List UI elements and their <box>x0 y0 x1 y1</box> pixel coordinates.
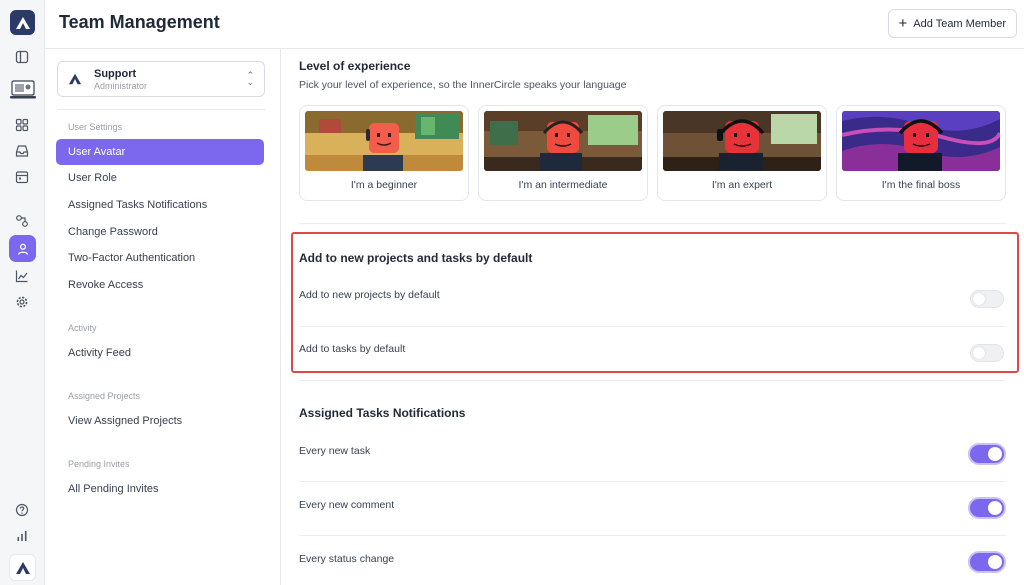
gear-icon[interactable] <box>11 291 33 313</box>
nav-section-activity: Activity <box>68 323 97 333</box>
toggle-every-status-change[interactable] <box>970 553 1004 571</box>
toggle-knob <box>988 447 1002 461</box>
row-divider <box>299 481 1006 482</box>
toggle-add-to-projects[interactable] <box>970 290 1004 308</box>
nav-item-all-pending-invites[interactable]: All Pending Invites <box>56 476 264 502</box>
section-divider <box>299 223 1006 224</box>
defaults-title: Add to new projects and tasks by default <box>299 251 533 265</box>
toggle-every-new-comment[interactable] <box>970 499 1004 517</box>
add-team-member-button[interactable]: + Add Team Member <box>887 9 1017 38</box>
notif-new-comment-label: Every new comment <box>299 499 395 511</box>
panel-icon[interactable] <box>11 46 33 68</box>
row-divider <box>299 326 1006 327</box>
nav-section-user-settings: User Settings <box>68 122 123 132</box>
nav-item-user-avatar[interactable]: User Avatar <box>56 139 264 165</box>
defaults-projects-label: Add to new projects by default <box>299 289 440 301</box>
experience-title: Level of experience <box>299 59 411 73</box>
icon-rail <box>0 0 45 585</box>
level-label-final-boss: I'm the final boss <box>881 179 961 191</box>
final-boss-avatar-image <box>842 111 1000 171</box>
level-card-expert[interactable]: I'm an expert <box>657 105 827 201</box>
chevron-updown-icon: ⌃ ⌄ <box>246 70 254 87</box>
toggle-knob <box>973 347 985 359</box>
level-label-intermediate: I'm an intermediate <box>518 179 608 191</box>
settings-sidebar: Support Administrator ⌃ ⌄ User Settings U… <box>45 49 281 585</box>
inbox-icon[interactable] <box>11 140 33 162</box>
chart-line-icon[interactable] <box>11 265 33 287</box>
level-label-beginner: I'm a beginner <box>350 179 418 191</box>
account-text: Support Administrator <box>94 68 246 91</box>
nav-item-view-assigned-projects[interactable]: View Assigned Projects <box>56 408 264 434</box>
nav-item-user-role[interactable]: User Role <box>56 165 264 191</box>
row-divider <box>299 535 1006 536</box>
account-name: Support <box>94 67 137 80</box>
toggle-every-new-task[interactable] <box>970 445 1004 463</box>
help-icon[interactable] <box>11 499 33 521</box>
account-logo-icon <box>68 73 82 85</box>
section-divider <box>299 380 1006 381</box>
calendar-icon[interactable] <box>11 166 33 188</box>
nav-item-revoke-access[interactable]: Revoke Access <box>56 272 264 298</box>
beginner-avatar-image <box>305 111 463 171</box>
account-selector[interactable]: Support Administrator ⌃ ⌄ <box>57 61 265 97</box>
add-team-member-label: Add Team Member <box>913 17 1006 30</box>
notifications-title: Assigned Tasks Notifications <box>299 406 466 420</box>
user-icon[interactable] <box>9 235 36 262</box>
expert-avatar-image <box>663 111 821 171</box>
integrations-icon[interactable] <box>11 210 33 232</box>
notif-status-change-label: Every status change <box>299 553 395 565</box>
plus-icon: + <box>898 15 908 32</box>
workspace-illustration-icon[interactable] <box>8 76 37 102</box>
level-card-intermediate[interactable]: I'm an intermediate <box>478 105 648 201</box>
toggle-knob <box>973 293 985 305</box>
experience-subtitle: Pick your level of experience, so the In… <box>299 79 627 91</box>
level-card-final-boss[interactable]: I'm the final boss <box>836 105 1006 201</box>
nav-divider <box>57 109 265 110</box>
nav-item-activity-feed[interactable]: Activity Feed <box>56 340 264 366</box>
nav-section-pending-invites: Pending Invites <box>68 459 130 469</box>
toggle-knob <box>988 555 1002 569</box>
toggle-add-to-tasks[interactable] <box>970 344 1004 362</box>
main-content: Level of experience Pick your level of e… <box>281 49 1024 585</box>
nav-item-two-factor-authentication[interactable]: Two-Factor Authentication <box>56 245 264 271</box>
app-logo-icon[interactable] <box>10 10 35 35</box>
bar-chart-icon[interactable] <box>11 525 33 547</box>
account-role: Administrator <box>94 80 148 91</box>
nav-item-change-password[interactable]: Change Password <box>56 219 264 245</box>
brand-logo-icon[interactable] <box>9 554 36 581</box>
experience-levels: I'm a beginner I'm an intermediate I'm a… <box>299 105 1006 201</box>
intermediate-avatar-image <box>484 111 642 171</box>
grid-icon[interactable] <box>11 114 33 136</box>
toggle-knob <box>988 501 1002 515</box>
nav-item-assigned-tasks-notifications[interactable]: Assigned Tasks Notifications <box>56 192 264 218</box>
page-title: Team Management <box>59 12 220 32</box>
defaults-tasks-label: Add to tasks by default <box>299 343 406 355</box>
page-header: Team Management + Add Team Member <box>45 0 1024 49</box>
nav-section-assigned-projects: Assigned Projects <box>68 391 141 401</box>
notif-new-task-label: Every new task <box>299 445 371 457</box>
level-label-expert: I'm an expert <box>711 179 773 191</box>
level-card-beginner[interactable]: I'm a beginner <box>299 105 469 201</box>
